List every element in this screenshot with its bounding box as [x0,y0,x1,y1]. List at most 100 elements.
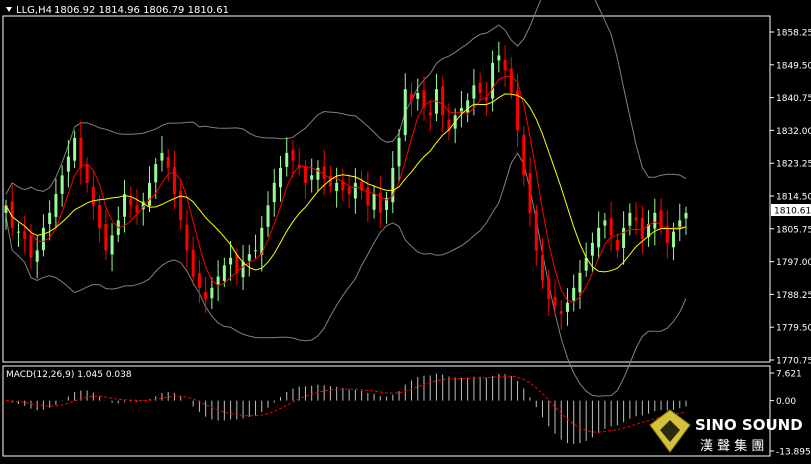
candle-body [310,175,314,180]
price-tick-label: 1770.75 [776,357,811,367]
candle-body [528,173,532,213]
candle-body [628,212,632,226]
candle-body [16,231,20,233]
price-tick-label: 1797.00 [776,258,811,268]
candle-body [322,166,326,180]
candle-body [160,152,164,161]
candle-body [366,187,370,206]
candle-body [678,220,682,230]
candle-body [578,272,582,293]
candle-body [559,311,563,315]
price-chart[interactable]: LLG,H4 1806.92 1814.96 1806.79 1810.61 1… [0,0,811,460]
candle-body [534,210,538,251]
candle-body [73,137,77,161]
price-tick-label: 1840.75 [776,94,811,104]
candle-body [216,276,220,285]
candle-body [48,212,52,225]
candle-body [185,224,189,251]
candle-body [35,250,39,262]
candle-body [397,137,401,167]
candle-body [353,182,357,199]
candle-body [572,287,576,301]
candle-body [684,212,688,219]
lower-band-line [5,152,687,397]
candle-body [172,167,176,195]
dropdown-triangle-icon[interactable] [6,7,12,12]
symbol-label: LLG,H4 [16,5,52,16]
bollinger-bands [5,0,687,397]
candle-body [278,167,282,188]
price-tick-label: 1814.50 [776,193,811,203]
candle-body [110,235,114,255]
brand-chinese: 漢 聲 集 團 [700,438,764,454]
upper-band-line [5,0,687,195]
candle-body [372,194,376,210]
main-pane-frame [2,15,771,363]
slow-ma-line [5,93,687,273]
price-tick-label: 1823.25 [776,160,811,170]
candle-body [428,112,432,116]
candle-body [210,287,214,299]
candle-body [104,224,108,251]
candlesticks [4,41,688,330]
candle-body [79,137,83,168]
candle-body [547,278,551,300]
candle-body [497,55,501,61]
candle-body [135,204,139,213]
candle-body [29,235,33,258]
ohlc-readout: 1806.92 1814.96 1806.79 1810.61 [54,5,229,16]
macd-label: MACD(12,26,9) 1.045 0.038 [6,370,132,380]
price-tick-label: 1858.25 [776,29,811,39]
candle-body [166,157,170,168]
price-tick-label: 1832.00 [776,127,811,137]
macd-histogram [5,373,687,445]
candle-body [98,204,102,228]
brand-name: SINO SOUND [695,416,803,434]
candle-body [503,59,507,71]
price-tick-label: 1849.50 [776,61,811,71]
candle-body [466,100,470,113]
candle-body [603,220,607,226]
candle-body [541,254,545,281]
candle-body [247,254,251,261]
candle-body [622,227,626,248]
candle-body [441,86,445,116]
candle-body [147,182,151,206]
candle-body [391,167,395,203]
price-axis: 1858.25 1849.50 1840.75 1832.00 1823.25 1814.… [770,29,811,367]
candle-body [491,62,495,99]
candle-body [609,218,613,236]
candle-body [23,231,27,240]
candle-body [416,92,420,99]
macd-tick-label: 7.621 [776,370,802,380]
candle-body [378,192,382,213]
candle-body [272,182,276,203]
candle-body [303,166,307,183]
fast-ma-line [5,75,686,303]
candle-body [254,250,258,252]
macd-signal-line [5,375,687,433]
candle-body [266,205,270,227]
candle-body [235,254,239,273]
candle-body [509,68,513,93]
candle-body [229,257,233,265]
current-price-label: 1810.61 [774,207,811,217]
price-tick-label: 1805.75 [776,225,811,235]
candle-body [54,194,58,217]
candle-body [129,198,133,206]
moving-averages [5,75,687,303]
candle-body [197,273,201,288]
candle-body [565,302,569,312]
candle-body [85,164,89,183]
macd-axis: 7.621 0.00 -13.895 [770,370,811,458]
macd-tick-label: 0.00 [776,397,796,407]
candle-body [154,164,158,183]
candle-body [335,182,339,192]
candle-body [41,227,45,251]
candle-body [640,217,644,240]
candle-body [410,93,414,101]
macd-tick-label: -13.895 [776,448,811,458]
chart-window[interactable]: LLG,H4 1806.92 1814.96 1806.79 1810.61 1… [0,0,811,460]
price-tick-label: 1788.25 [776,291,811,301]
candle-body [60,175,64,194]
